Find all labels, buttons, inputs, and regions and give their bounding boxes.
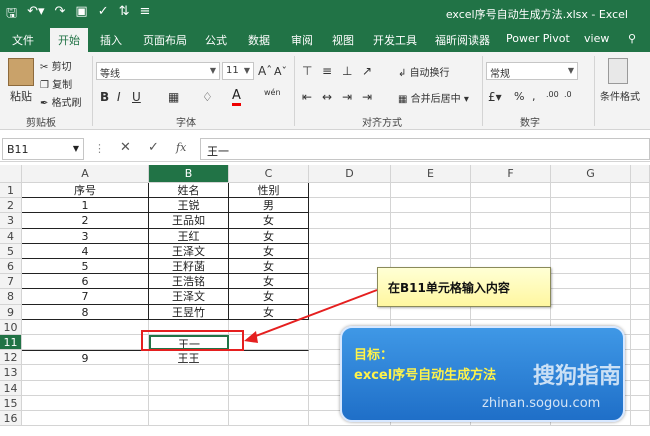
goal-title: 目标： — [354, 348, 394, 363]
watermark-url: zhinan.sogou.com — [482, 396, 601, 411]
watermark-logo: 搜狗指南 — [532, 364, 621, 389]
callout-note: 在B11单元格输入内容 — [377, 267, 551, 307]
goal-panel: 目标： excel序号自动生成方法 搜狗指南 zhinan.sogou.com — [340, 326, 625, 422]
arrow-head-icon — [244, 331, 258, 343]
goal-text: excel序号自动生成方法 — [354, 368, 497, 383]
